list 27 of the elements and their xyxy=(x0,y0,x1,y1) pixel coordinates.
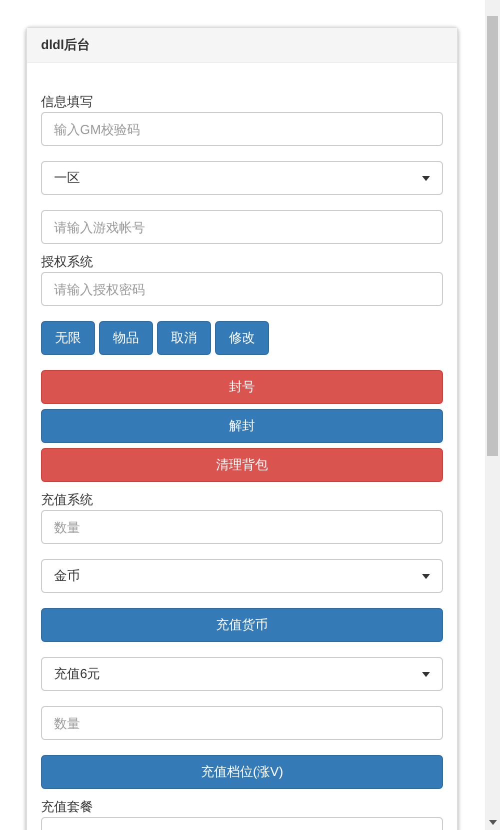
caret-icon xyxy=(422,574,430,578)
input-field[interactable]: 请输入授权密码 xyxy=(41,272,443,306)
input-field[interactable]: 数量 xyxy=(41,706,443,740)
action-button[interactable]: 封号 xyxy=(41,370,443,404)
action-button[interactable]: 取消 xyxy=(157,321,211,355)
scrollbar[interactable] xyxy=(485,0,500,830)
section-label: 信息填写 xyxy=(41,93,94,109)
action-button[interactable]: 充值档位(涨V) xyxy=(41,755,443,789)
caret-icon xyxy=(422,672,430,676)
action-button[interactable]: 物品 xyxy=(99,321,153,355)
dropdown[interactable]: 金币 xyxy=(41,559,443,593)
dropdown[interactable]: 充值6元 xyxy=(41,657,443,691)
action-button[interactable]: 清理背包 xyxy=(41,448,443,482)
action-button[interactable]: 充值货币 xyxy=(41,608,443,642)
input-field[interactable]: 数量 xyxy=(41,510,443,544)
input-field[interactable]: 输入GM校验码 xyxy=(41,112,443,146)
caret-icon xyxy=(422,176,430,180)
input-field[interactable]: 请输入游戏帐号 xyxy=(41,210,443,244)
panel-title: dldl后台 xyxy=(41,36,90,54)
action-button[interactable]: 无限 xyxy=(41,321,95,355)
action-button[interactable]: 修改 xyxy=(215,321,269,355)
scroll-down-icon[interactable] xyxy=(488,820,496,825)
dropdown[interactable]: 一区 xyxy=(41,161,443,195)
section-label: 充值套餐 xyxy=(41,798,94,814)
section-label: 授权系统 xyxy=(41,253,94,269)
section-label: 充值系统 xyxy=(41,491,94,507)
action-button[interactable]: 解封 xyxy=(41,409,443,443)
